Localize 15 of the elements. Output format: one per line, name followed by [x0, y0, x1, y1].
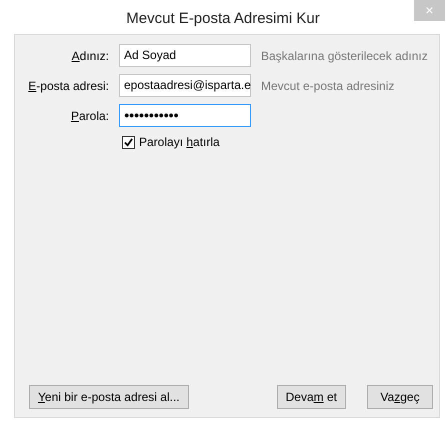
- checkbox[interactable]: [122, 136, 135, 148]
- field-hint: Başkalarına gösterilecek adınız: [261, 48, 429, 64]
- input-field[interactable]: Ad Soyad: [119, 44, 251, 67]
- checkbox-label[interactable]: Parolayı hatırla: [139, 133, 220, 151]
- dialog-button[interactable]: Vazgeç: [367, 385, 433, 409]
- input-field[interactable]: epostaadresi@isparta.e: [119, 74, 251, 97]
- check-icon: [124, 138, 133, 146]
- field-label: Parola:: [70, 108, 109, 124]
- field-label: Adınız:: [70, 48, 109, 64]
- field-label: E-posta adresi:: [27, 78, 109, 94]
- window-title: Mevcut E-posta Adresimi Kur: [126, 9, 320, 29]
- password-field[interactable]: ●●●●●●●●●●●: [119, 104, 251, 127]
- field-hint: Mevcut e-posta adresiniz: [261, 78, 396, 94]
- dialog-button[interactable]: Devam et: [276, 385, 346, 409]
- dialog-button[interactable]: Yeni bir e-posta adresi al...: [29, 385, 189, 409]
